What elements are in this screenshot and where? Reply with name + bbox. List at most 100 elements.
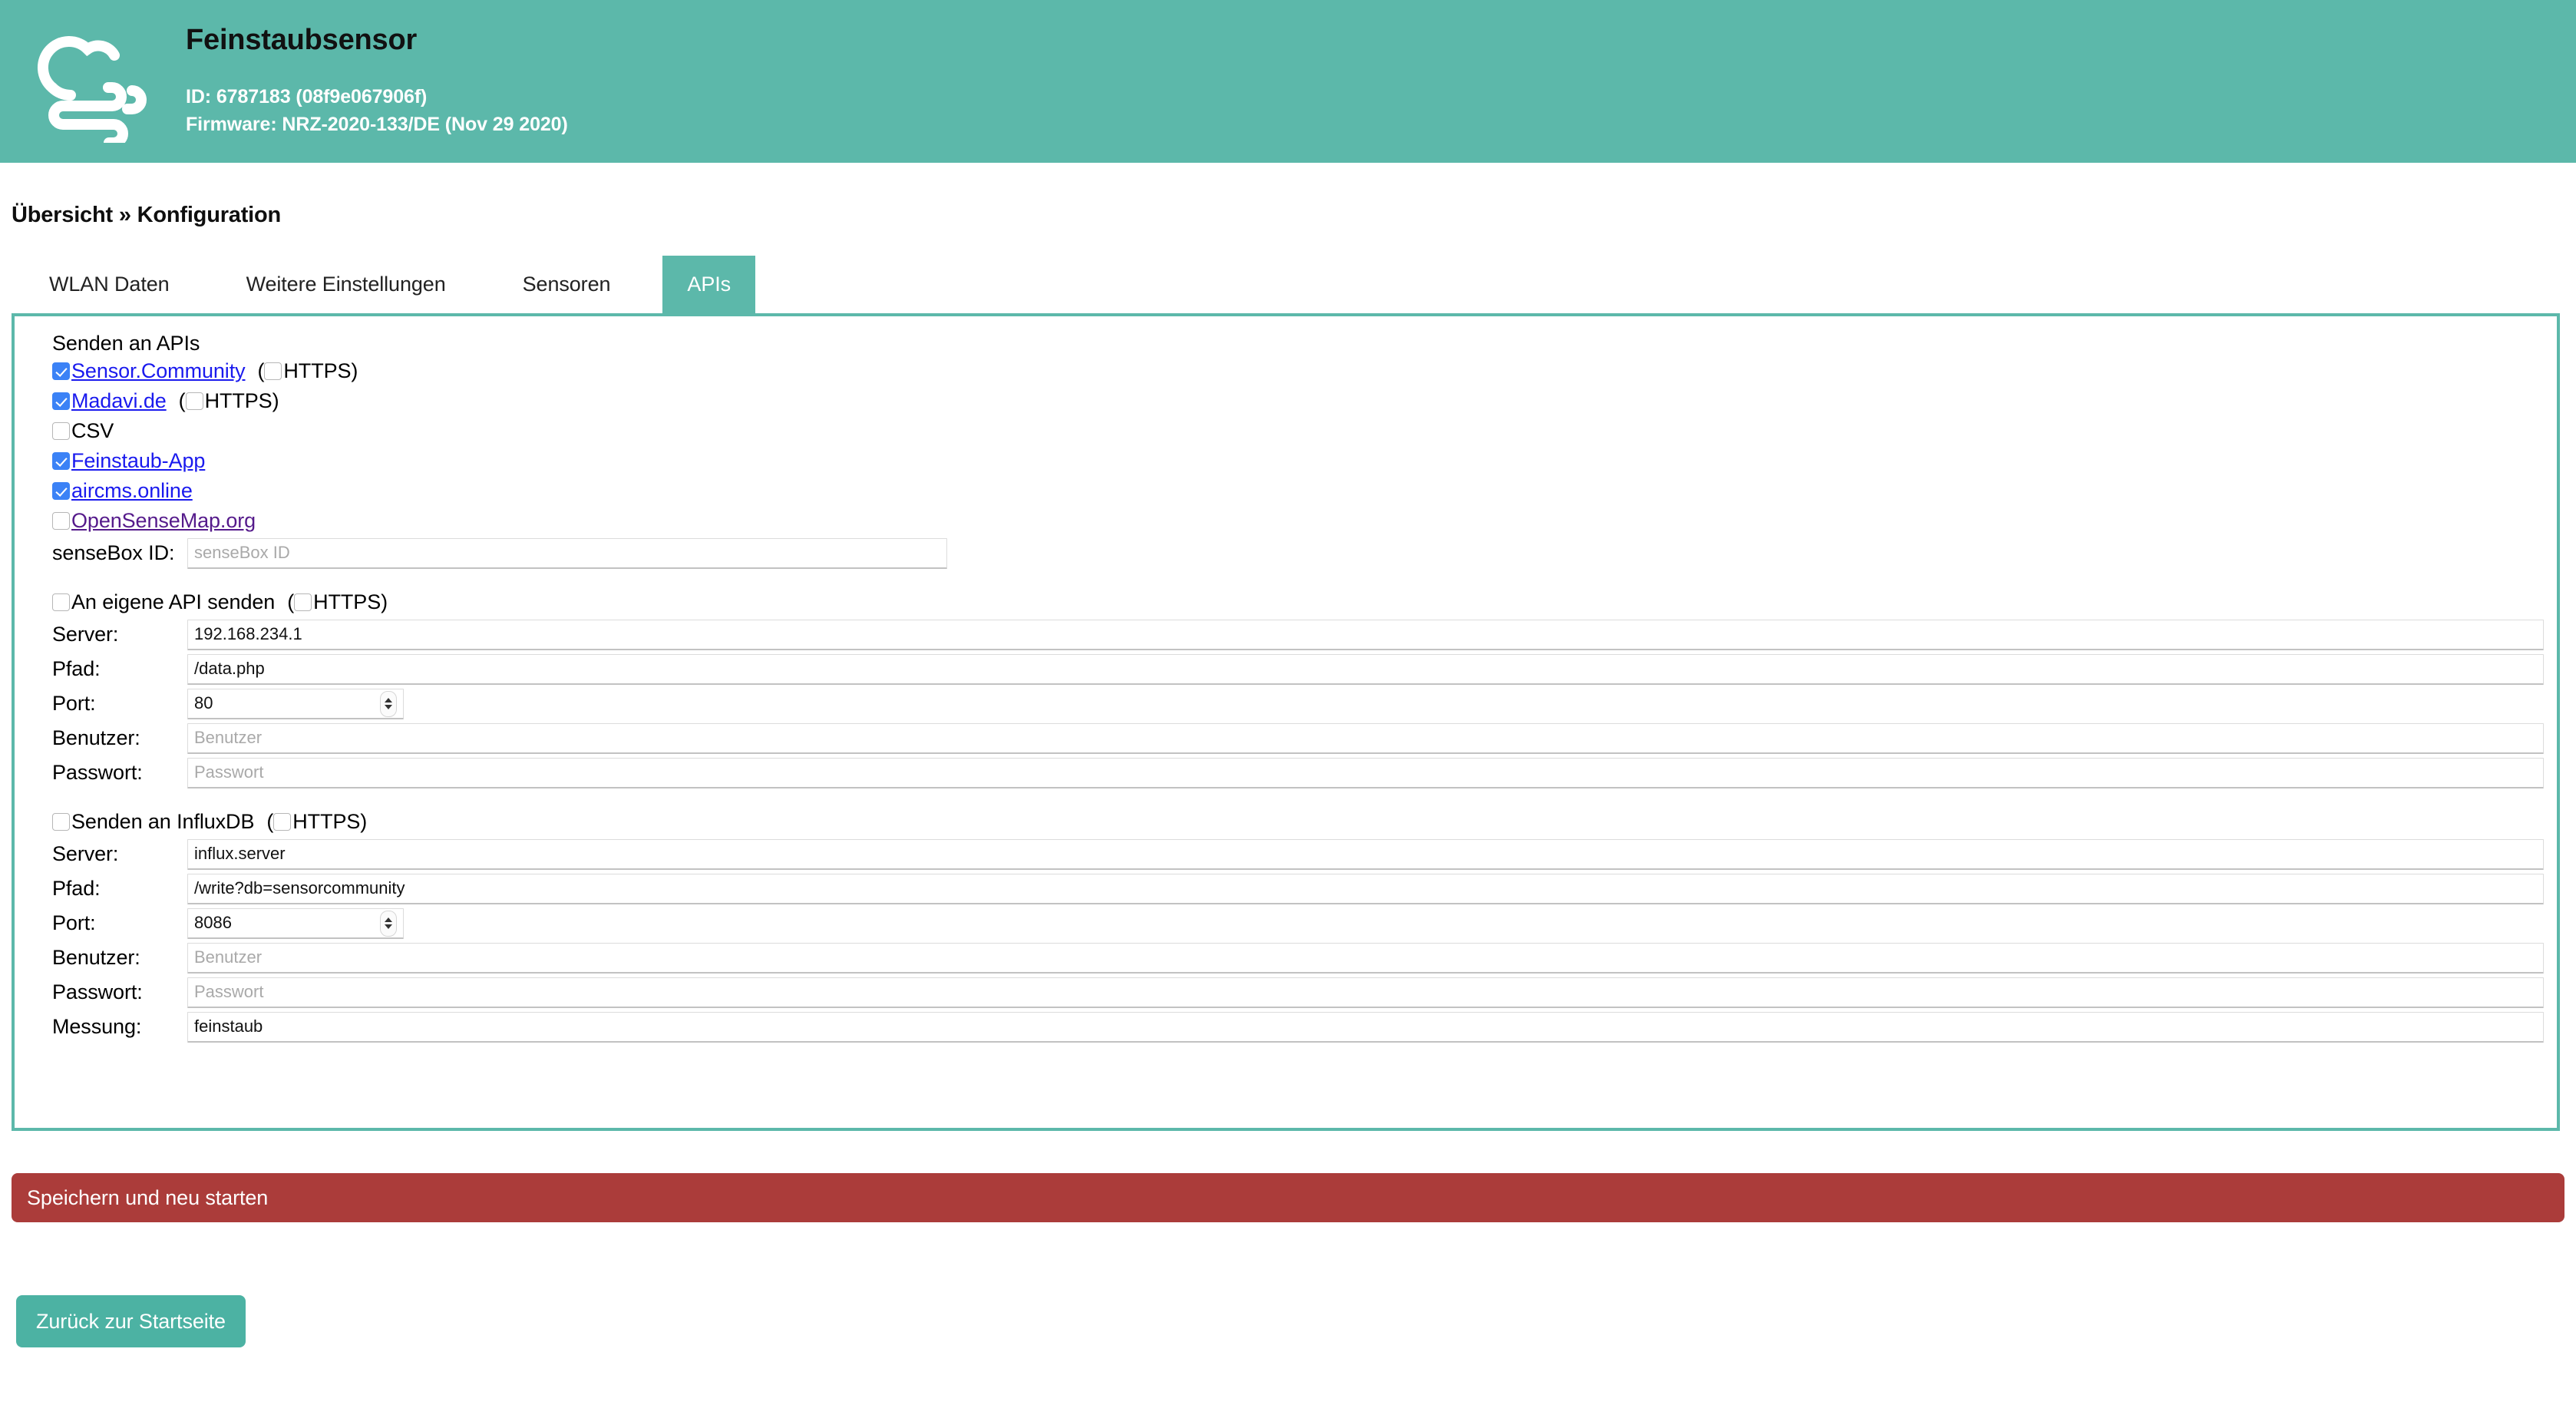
chevron-up-icon[interactable] [385,917,392,923]
checkbox-custom-api[interactable] [52,593,70,612]
label-influx-user: Benutzer: [52,946,140,970]
tab-sensoren[interactable]: Sensoren [498,256,636,313]
device-firmware: Firmware: NRZ-2020-133/DE (Nov 29 2020) [186,113,568,135]
checkbox-https-custom-api[interactable] [294,593,312,612]
sensebox-id-input[interactable] [187,537,947,569]
custom-server-input[interactable] [187,619,2544,650]
label-https-influxdb: HTTPS [292,810,361,834]
label-custom-path: Pfad: [52,657,101,681]
checkbox-https-sensor-community[interactable] [264,362,282,381]
checkbox-sensor-community[interactable] [52,362,70,381]
api-row-opensensemap: OpenSenseMap.org [52,506,2557,536]
field-row-custom-password: Passwort: [52,755,2557,790]
influx-measurement-input[interactable] [187,1011,2544,1043]
label-https-sensor-community: HTTPS [283,359,352,383]
header-text-block: Feinstaubsensor ID: 6787183 (08f9e067906… [186,23,568,139]
checkbox-madavi[interactable] [52,392,70,411]
field-row-influx-port: Port: [52,906,2557,941]
custom-password-input[interactable] [187,757,2544,788]
label-custom-api: An eigene API senden [71,590,276,614]
group-header-influxdb: Senden an InfluxDB ( HTTPS ) [52,807,2557,837]
label-custom-port: Port: [52,692,96,716]
link-feinstaub-app[interactable]: Feinstaub-App [71,446,205,476]
link-opensensemap[interactable]: OpenSenseMap.org [71,506,256,536]
api-row-feinstaub-app: Feinstaub-App [52,446,2557,476]
influx-server-input[interactable] [187,838,2544,870]
checkbox-feinstaub-app[interactable] [52,452,70,471]
influx-port-stepper[interactable] [380,910,397,937]
page-title: Feinstaubsensor [186,23,418,56]
label-custom-user: Benutzer: [52,726,140,750]
field-row-influx-measurement: Messung: [52,1010,2557,1044]
custom-port-wrapper [187,688,404,719]
api-row-aircms: aircms.online [52,476,2557,506]
api-row-csv: CSV [52,416,2557,446]
label-influxdb: Senden an InfluxDB [71,810,255,834]
save-and-restart-button[interactable]: Speichern und neu starten [12,1173,2564,1222]
paren-open: ( [287,590,295,614]
field-row-custom-server: Server: [52,617,2557,652]
checkbox-csv[interactable] [52,422,70,441]
label-influx-password: Passwort: [52,980,143,1004]
https-group-influxdb: ( HTTPS ) [266,810,367,834]
field-row-influx-user: Benutzer: [52,941,2557,975]
label-influx-port: Port: [52,911,96,935]
apis-panel: Senden an APIs Sensor.Community ( HTTPS … [12,313,2560,1131]
page-header: Feinstaubsensor ID: 6787183 (08f9e067906… [0,0,2576,163]
https-group-sensor-community: ( HTTPS ) [258,356,358,386]
tab-apis[interactable]: APIs [662,256,756,313]
checkbox-opensensemap[interactable] [52,512,70,531]
api-row-madavi: Madavi.de ( HTTPS ) [52,386,2557,416]
chevron-down-icon[interactable] [385,705,392,710]
label-influx-path: Pfad: [52,877,101,901]
field-row-custom-user: Benutzer: [52,721,2557,755]
field-row-custom-port: Port: [52,686,2557,721]
link-sensor-community[interactable]: Sensor.Community [71,356,246,386]
paren-close: ) [360,810,368,834]
custom-user-input[interactable] [187,722,2544,754]
custom-path-input[interactable] [187,653,2544,685]
chevron-down-icon[interactable] [385,924,392,930]
https-group-custom-api: ( HTTPS ) [287,590,388,614]
paren-open: ( [266,810,274,834]
paren-open: ( [178,389,186,413]
breadcrumb: Übersicht » Konfiguration [12,203,282,227]
tab-weitere-einstellungen[interactable]: Weitere Einstellungen [222,256,471,313]
custom-port-stepper[interactable] [380,690,397,717]
influx-user-input[interactable] [187,942,2544,974]
checkbox-https-madavi[interactable] [185,392,203,411]
label-custom-password: Passwort: [52,761,143,785]
field-row-influx-path: Pfad: [52,871,2557,906]
influx-password-input[interactable] [187,977,2544,1008]
paren-close: ) [272,389,279,413]
label-custom-server: Server: [52,623,119,646]
checkbox-aircms[interactable] [52,482,70,501]
paren-close: ) [381,590,388,614]
group-header-custom-api: An eigene API senden ( HTTPS ) [52,587,2557,617]
field-row-sensebox-id: senseBox ID: [52,536,2557,570]
label-csv: CSV [71,419,114,443]
checkbox-https-influxdb[interactable] [273,813,292,831]
paren-open: ( [257,359,265,383]
label-sensebox-id: senseBox ID: [52,541,175,565]
checkbox-influxdb[interactable] [52,813,70,831]
device-id: ID: 6787183 (08f9e067906f) [186,86,428,108]
chevron-up-icon[interactable] [385,698,392,703]
influx-path-input[interactable] [187,873,2544,904]
influx-port-wrapper [187,907,404,939]
tab-wlan-daten[interactable]: WLAN Daten [25,256,194,313]
link-aircms[interactable]: aircms.online [71,476,193,506]
label-influx-server: Server: [52,842,119,866]
cloud-wind-icon [20,18,166,145]
label-influx-measurement: Messung: [52,1015,142,1039]
api-row-sensor-community: Sensor.Community ( HTTPS ) [52,356,2557,386]
link-madavi[interactable]: Madavi.de [71,386,167,416]
label-https-custom-api: HTTPS [313,590,381,614]
config-tabs: WLAN Daten Weitere Einstellungen Sensore… [0,256,2576,313]
influx-port-input[interactable] [187,907,404,939]
https-group-madavi: ( HTTPS ) [179,386,279,416]
label-https-madavi: HTTPS [204,389,272,413]
back-to-home-button[interactable]: Zurück zur Startseite [16,1295,246,1347]
paren-close: ) [351,359,358,383]
custom-port-input[interactable] [187,688,404,719]
